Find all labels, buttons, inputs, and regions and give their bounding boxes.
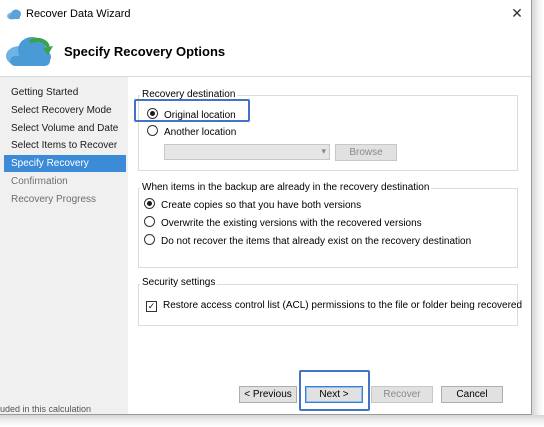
overwrite-label: Overwrite the existing versions with the… [161,218,422,229]
do-not-recover-radio[interactable] [144,234,155,245]
previous-button[interactable]: < Previous [239,386,297,403]
wizard-header: Specify Recovery Options [0,28,531,77]
security-settings-label: Security settings [140,277,218,288]
step-select-items-to-recover[interactable]: Select Items to Recover [4,137,126,154]
window-shadow-right [532,0,544,427]
acl-label: Restore access control list (ACL) permis… [163,300,523,311]
another-location-option[interactable]: Another location [147,125,236,139]
next-button-highlight [299,370,370,411]
step-select-recovery-mode[interactable]: Select Recovery Mode [4,102,126,119]
cancel-button[interactable]: Cancel [441,386,503,403]
step-select-volume-and-date[interactable]: Select Volume and Date [4,120,126,137]
original-location-highlight [134,99,250,122]
overwrite-option[interactable]: Overwrite the existing versions with the… [144,216,422,230]
recover-button: Recover [371,386,433,403]
wizard-window: Recover Data Wizard ✕ Specify Recovery O… [0,0,532,415]
another-location-label: Another location [164,127,237,138]
title-bar: Recover Data Wizard ✕ [0,0,531,28]
create-copies-option[interactable]: Create copies so that you have both vers… [144,198,361,212]
cloud-recover-icon [4,30,56,73]
chevron-down-icon: ▾ [321,146,326,156]
close-button[interactable]: ✕ [505,2,529,24]
step-recovery-progress: Recovery Progress [11,194,97,205]
do-not-recover-option[interactable]: Do not recover the items that already ex… [144,234,471,248]
cloud-icon [6,8,22,23]
another-location-radio[interactable] [147,125,158,136]
acl-checkbox[interactable]: ✓ [146,301,157,312]
step-confirmation: Confirmation [11,176,68,187]
browse-button: Browse [335,144,397,161]
background-window-text: uded in this calculation [0,404,92,414]
step-getting-started[interactable]: Getting Started [4,84,126,101]
conflict-resolution-label: When items in the backup are already in … [140,182,432,193]
acl-option[interactable]: ✓ Restore access control list (ACL) permi… [146,299,522,313]
do-not-recover-label: Do not recover the items that already ex… [161,236,472,247]
window-title: Recover Data Wizard [26,8,131,20]
create-copies-radio[interactable] [144,198,155,209]
page-title: Specify Recovery Options [64,44,226,59]
wizard-steps: Getting Started Select Recovery Mode Sel… [0,77,128,414]
overwrite-radio[interactable] [144,216,155,227]
create-copies-label: Create copies so that you have both vers… [161,200,362,211]
window-shadow-bottom [0,415,544,427]
location-dropdown: ▾ [164,144,330,160]
step-specify-recovery-options[interactable]: Specify Recovery Options [4,155,126,186]
